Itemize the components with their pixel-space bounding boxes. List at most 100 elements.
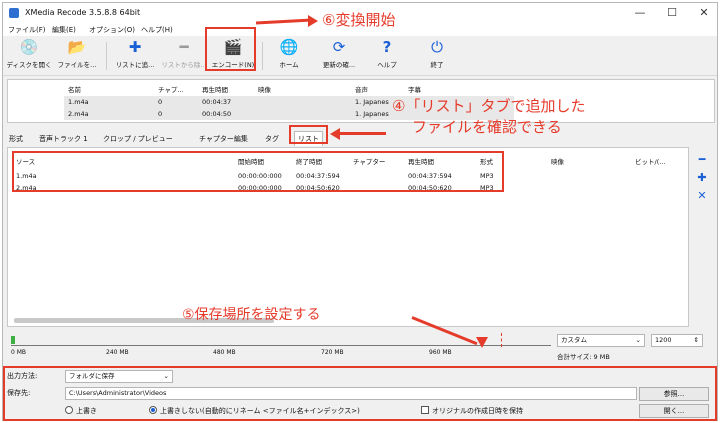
chevron-down-icon: ⌄	[163, 372, 169, 380]
refresh-icon: ⟳	[332, 38, 346, 56]
toolbar: 💿 ディスクを開く 📂 ファイルを... ✚ リストに追... ━ リストから除…	[3, 36, 717, 76]
no-overwrite-radio[interactable]: 上書きしない(自動的にリネーム <ファイル名+インデックス>)	[149, 406, 360, 416]
encode-button[interactable]: 🎬 エンコード(N)	[207, 38, 259, 74]
column-header[interactable]: ソース	[16, 156, 35, 166]
exit-button[interactable]: ⏻ 終了	[411, 38, 463, 74]
help-button[interactable]: ? ヘルプ	[361, 38, 413, 74]
table-cell[interactable]: 1.m4a	[16, 172, 37, 180]
home-button[interactable]: 🌐 ホーム	[263, 38, 315, 74]
tab-chapter-edit[interactable]: チャプター編集	[199, 134, 248, 144]
tab-list[interactable]: リスト	[294, 131, 323, 146]
app-logo-icon	[9, 8, 19, 18]
size-preset-select[interactable]: カスタム ⌄	[557, 334, 645, 347]
tab-tags[interactable]: タグ	[265, 134, 279, 144]
column-header[interactable]: 映像	[551, 156, 564, 166]
column-header[interactable]: チャプ...	[158, 84, 184, 94]
spin-icon: ⇕	[693, 336, 699, 344]
menu-file[interactable]: ファイル(F)	[8, 25, 46, 35]
remove-icon[interactable]: ━	[695, 153, 709, 167]
table-cell[interactable]: 00:04:50:620	[296, 184, 340, 192]
app-window: XMedia Recode 3.5.8.8 64bit — ☐ ✕ ファイル(F…	[2, 2, 718, 421]
remove-icon: ━	[179, 38, 189, 56]
output-method-label: 出力方法:	[7, 372, 38, 380]
size-axis	[11, 345, 551, 346]
table-cell[interactable]: 2.m4a	[16, 184, 37, 192]
add-to-list-button[interactable]: ✚ リストに追...	[109, 38, 161, 74]
annotation-4-line1: ④「リスト」タブで追加した	[392, 97, 586, 115]
clear-icon[interactable]: ✕	[695, 189, 709, 203]
file-open-icon: 📂	[67, 38, 87, 56]
tab-crop-preview[interactable]: クロップ / プレビュー	[103, 134, 173, 144]
column-header[interactable]: ビット/(...	[635, 156, 665, 166]
browse-button[interactable]: 参照...	[639, 387, 709, 401]
keep-date-checkbox[interactable]: オリジナルの作成日時を保持	[421, 406, 523, 416]
maximize-button[interactable]: ☐	[665, 6, 679, 20]
table-cell[interactable]: 00:04:37:594	[296, 172, 340, 180]
column-header[interactable]: 名前	[68, 84, 81, 94]
table-cell[interactable]: 0	[158, 98, 162, 106]
toolbar-separator	[106, 42, 107, 70]
check-update-button[interactable]: ⟳ 更新の確...	[313, 38, 365, 74]
table-cell[interactable]: 00:00:00:000	[238, 172, 282, 180]
overwrite-radio[interactable]: 上書き	[65, 406, 97, 416]
tab-audio-track[interactable]: 音声トラック 1	[39, 134, 88, 144]
table-cell[interactable]: 00:04:50:620	[408, 184, 452, 192]
table-cell[interactable]: 0	[158, 110, 162, 118]
column-header[interactable]: 形式	[480, 156, 493, 166]
table-cell[interactable]: 2.m4a	[68, 110, 89, 118]
disc-icon: 💿	[19, 38, 39, 56]
tick-label: 720 MB	[321, 349, 344, 356]
menu-help[interactable]: ヘルプ(H)	[141, 25, 173, 35]
column-header[interactable]: 終了時間	[296, 156, 322, 166]
annotation-5: ⑤保存場所を設定する	[182, 307, 321, 323]
destination-label: 保存先:	[7, 389, 31, 397]
column-header[interactable]: 開始時間	[238, 156, 264, 166]
table-cell[interactable]: 00:04:37:594	[408, 172, 452, 180]
add-icon: ✚	[128, 38, 142, 56]
open-file-button[interactable]: 📂 ファイルを...	[51, 38, 103, 74]
tab-format[interactable]: 形式	[9, 134, 23, 144]
menu-options[interactable]: オプション(O)	[89, 25, 135, 35]
output-method-select[interactable]: フォルダに保存 ⌄	[65, 370, 173, 383]
add-icon[interactable]: ✚	[695, 171, 709, 185]
annotation-6: ⑥変換開始	[322, 11, 396, 29]
table-cell[interactable]: 00:00:00:000	[238, 184, 282, 192]
list-table: ソース 開始時間 終了時間 チャプター 再生時間 形式 映像 ビット/(... …	[7, 147, 689, 327]
arrow-4	[340, 132, 386, 135]
table-cell[interactable]: 1. Japanes	[355, 98, 389, 106]
table-cell[interactable]: MP3	[480, 184, 494, 192]
tick-label: 480 MB	[213, 349, 236, 356]
size-fill	[11, 336, 15, 344]
column-header[interactable]: 字幕	[408, 84, 421, 94]
table-cell[interactable]: 00:04:37	[202, 98, 231, 106]
tick-label: 960 MB	[429, 349, 452, 356]
size-limit-marker	[501, 333, 502, 347]
remove-from-list-button[interactable]: ━ リストから除...	[158, 38, 210, 74]
target-size-input[interactable]: 1200 ⇕	[651, 334, 703, 347]
table-cell[interactable]: 1.m4a	[68, 98, 89, 106]
column-header[interactable]: 再生時間	[408, 156, 434, 166]
arrow-4-head	[330, 128, 340, 140]
power-icon: ⏻	[431, 38, 443, 56]
tick-label: 0 MB	[11, 349, 27, 356]
open-disc-button[interactable]: 💿 ディスクを開く	[3, 38, 55, 74]
close-button[interactable]: ✕	[697, 6, 711, 20]
table-cell[interactable]: 1. Japanes	[355, 110, 389, 118]
column-header[interactable]: チャプター	[353, 156, 385, 166]
encode-icon: 🎬	[223, 38, 243, 56]
column-header[interactable]: 音声	[355, 84, 368, 94]
open-folder-button[interactable]: 開く...	[639, 404, 709, 418]
file-table: 名前 チャプ... 再生時間 映像 音声 字幕 1.m4a 0 00:04:37…	[7, 79, 715, 123]
table-cell[interactable]: MP3	[480, 172, 494, 180]
destination-path-input[interactable]: C:\Users\Administrator\Videos	[65, 387, 637, 400]
tick-label: 240 MB	[106, 349, 129, 356]
column-header[interactable]: 再生時間	[202, 84, 228, 94]
arrow-6-head	[308, 15, 318, 27]
minimize-button[interactable]: —	[633, 6, 647, 20]
annotation-4-line2: ファイルを確認できる	[412, 118, 562, 136]
chevron-down-icon: ⌄	[635, 336, 641, 344]
globe-icon: 🌐	[279, 38, 299, 56]
column-header[interactable]: 映像	[258, 84, 271, 94]
table-cell[interactable]: 00:04:50	[202, 110, 231, 118]
menu-edit[interactable]: 編集(E)	[52, 25, 76, 35]
